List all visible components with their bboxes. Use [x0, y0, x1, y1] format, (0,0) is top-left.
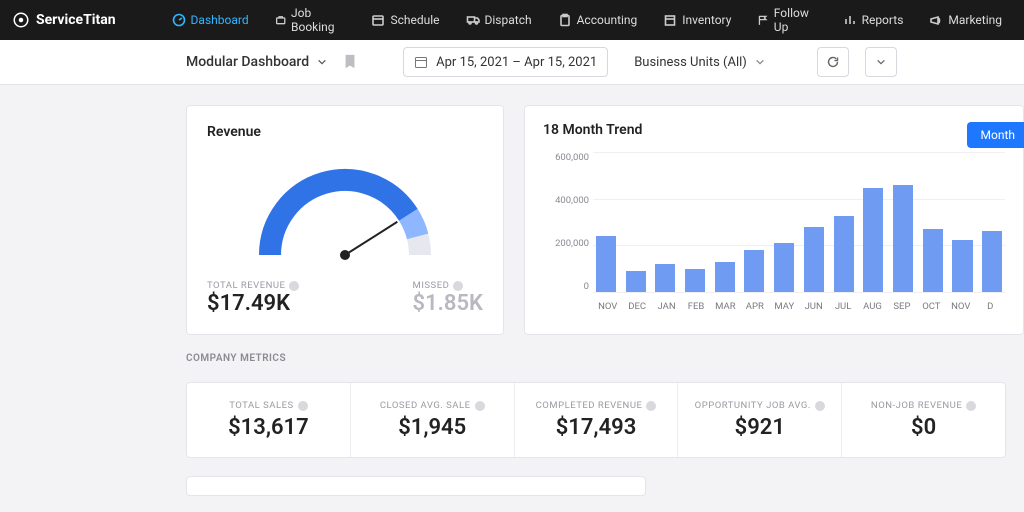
refresh-button[interactable]	[817, 47, 849, 77]
chevron-down-icon	[755, 57, 765, 67]
metric-cell: CLOSED AVG. SALE $1,945	[351, 383, 515, 457]
truck-icon	[466, 13, 480, 27]
metric-label: COMPLETED REVENUE	[536, 400, 657, 411]
total-revenue-value: $17.49K	[207, 291, 299, 316]
metric-value: $17,493	[556, 415, 637, 440]
metric-cell: OPPORTUNITY JOB AVG. $921	[678, 383, 842, 457]
nav-dashboard[interactable]: Dashboard	[162, 0, 259, 40]
nav-dispatch[interactable]: Dispatch	[456, 0, 542, 40]
nav-reports[interactable]: Reports	[833, 0, 914, 40]
nav-inventory[interactable]: Inventory	[653, 0, 741, 40]
placeholder-card	[186, 476, 646, 496]
metric-label: NON-JOB REVENUE	[871, 400, 976, 411]
bar-FEB[interactable]	[682, 152, 708, 292]
month-toggle-button[interactable]: Month	[967, 122, 1024, 148]
metric-cell: COMPLETED REVENUE $17,493	[515, 383, 679, 457]
nav-follow-up[interactable]: Follow Up	[747, 0, 826, 40]
barchart-icon	[843, 13, 857, 27]
missed-label: MISSED	[413, 280, 483, 291]
info-icon[interactable]	[966, 401, 976, 411]
card-title: Revenue	[207, 124, 483, 140]
trend-card: 18 Month Trend Month 600,000400,000200,0…	[524, 105, 1024, 335]
date-range-picker[interactable]: Apr 15, 2021 – Apr 15, 2021	[403, 47, 608, 77]
metric-value: $13,617	[228, 415, 309, 440]
flag-icon	[757, 13, 768, 27]
missed-value: $1.85K	[413, 291, 483, 316]
bookmark-icon[interactable]	[343, 54, 357, 70]
brand-logo[interactable]: ServiceTitan	[12, 11, 116, 29]
company-metrics-row: TOTAL SALES $13,617 CLOSED AVG. SALE $1,945…	[186, 382, 1006, 458]
calendar-icon	[414, 55, 428, 69]
business-unit-filter[interactable]: Business Units (All)	[624, 47, 775, 77]
total-revenue-label: TOTAL REVENUE	[207, 280, 299, 291]
bar-NOV[interactable]	[593, 152, 619, 292]
metric-label: OPPORTUNITY JOB AVG.	[695, 400, 825, 411]
info-icon[interactable]	[646, 401, 656, 411]
metric-cell: NON-JOB REVENUE $0	[842, 383, 1005, 457]
info-icon[interactable]	[298, 401, 308, 411]
revenue-card: Revenue TOTAL REVENUE $17.49K MISSED $1	[186, 105, 504, 335]
chevron-down-icon	[317, 57, 327, 67]
chevron-down-icon	[876, 57, 886, 67]
nav-schedule[interactable]: Schedule	[361, 0, 449, 40]
clipboard-icon	[558, 13, 572, 27]
megaphone-icon	[929, 13, 943, 27]
brand-text: ServiceTitan	[36, 12, 116, 28]
nav-job-booking[interactable]: Job Booking	[265, 0, 356, 40]
bar-JUL[interactable]	[831, 152, 857, 292]
box-icon	[663, 13, 677, 27]
sub-toolbar: Modular Dashboard Apr 15, 2021 – Apr 15,…	[0, 40, 1024, 85]
dashboard-selector[interactable]: Modular Dashboard	[186, 54, 327, 70]
info-icon[interactable]	[475, 401, 485, 411]
top-nav: ServiceTitan DashboardJob BookingSchedul…	[0, 0, 1024, 40]
bar-JUN[interactable]	[801, 152, 827, 292]
bar-MAR[interactable]	[712, 152, 738, 292]
brand-icon	[12, 11, 30, 29]
metric-value: $1,945	[398, 415, 466, 440]
revenue-gauge	[207, 140, 483, 280]
metric-value: $921	[735, 415, 785, 440]
bar-AUG[interactable]	[860, 152, 886, 292]
bar-JAN[interactable]	[652, 152, 678, 292]
gauge-icon	[172, 13, 186, 27]
nav-marketing[interactable]: Marketing	[919, 0, 1012, 40]
content-area: Revenue TOTAL REVENUE $17.49K MISSED $1	[0, 85, 1024, 496]
bar-APR[interactable]	[742, 152, 768, 292]
metric-cell: TOTAL SALES $13,617	[187, 383, 351, 457]
card-title: 18 Month Trend	[543, 122, 1005, 138]
bar-D[interactable]	[979, 152, 1005, 292]
info-icon[interactable]	[453, 281, 463, 291]
calendar-icon	[371, 13, 385, 27]
bar-MAY[interactable]	[771, 152, 797, 292]
metric-value: $0	[911, 415, 936, 440]
more-button[interactable]	[865, 47, 897, 77]
trend-chart: 600,000400,000200,0000 NOVDECJANFEBMARAP…	[543, 152, 1005, 312]
bar-OCT[interactable]	[920, 152, 946, 292]
bar-DEC[interactable]	[623, 152, 649, 292]
bar-NOV[interactable]	[950, 152, 976, 292]
briefcase-icon	[275, 13, 286, 27]
metric-label: TOTAL SALES	[229, 400, 307, 411]
metric-label: CLOSED AVG. SALE	[380, 400, 485, 411]
nav-accounting[interactable]: Accounting	[548, 0, 648, 40]
info-icon[interactable]	[289, 281, 299, 291]
refresh-icon	[826, 55, 840, 69]
bar-SEP[interactable]	[890, 152, 916, 292]
info-icon[interactable]	[815, 401, 825, 411]
section-heading: COMPANY METRICS	[186, 353, 1024, 364]
